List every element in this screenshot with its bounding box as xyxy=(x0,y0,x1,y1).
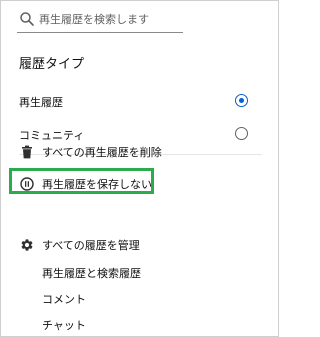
highlight-box xyxy=(9,168,154,194)
history-type-title: 履歴タイプ xyxy=(19,57,85,72)
search-input[interactable] xyxy=(39,9,179,29)
link-comments[interactable]: コメント xyxy=(42,291,86,307)
clear-all-history-button[interactable]: すべての再生履歴を削除 xyxy=(1,139,278,165)
link-watch-and-search-history[interactable]: 再生履歴と検索履歴 xyxy=(42,265,141,281)
radio-option-watch-history[interactable]: 再生履歴 xyxy=(1,87,278,117)
action-label: すべての履歴を管理 xyxy=(42,239,140,252)
search-box[interactable] xyxy=(17,8,183,33)
manage-all-history-button[interactable]: すべての履歴を管理 xyxy=(1,232,278,258)
radio-selected-icon[interactable] xyxy=(235,94,248,107)
search-icon xyxy=(19,11,35,27)
action-label: すべての再生履歴を削除 xyxy=(42,146,162,159)
link-live-chat[interactable]: チャット xyxy=(42,317,86,333)
trash-icon xyxy=(20,144,34,159)
radio-label: 再生履歴 xyxy=(19,96,63,109)
gear-icon xyxy=(20,237,34,251)
history-panel: 履歴タイプ 再生履歴 コミュニティ すべての再生履歴を削除 再生履歴を保存し xyxy=(0,0,279,337)
